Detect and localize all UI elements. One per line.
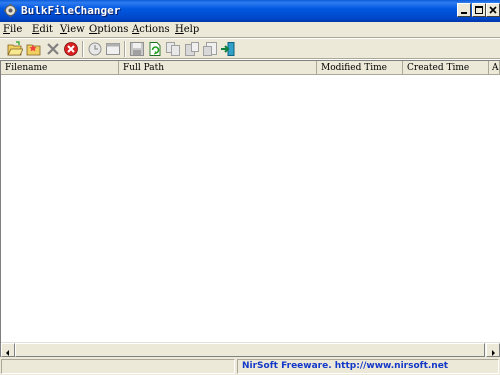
menu-edit[interactable]: Edit: [32, 24, 53, 35]
file-list[interactable]: Filename Full Path Modified Time Created…: [0, 60, 500, 357]
window-title: BulkFileChanger: [21, 4, 121, 17]
menu-file-label: ile: [9, 24, 23, 35]
add-folder-icon[interactable]: [26, 41, 42, 57]
copy-icon[interactable]: [165, 41, 181, 57]
menu-help-accel: H: [175, 24, 184, 35]
status-pane-right: NirSoft Freeware. http://www.nirsoft.net: [237, 359, 499, 374]
window-icon[interactable]: [105, 41, 121, 57]
clock-icon[interactable]: [87, 41, 103, 57]
minimize-icon: [461, 12, 467, 14]
menu-edit-label: dit: [39, 24, 53, 35]
menu-file[interactable]: File: [3, 24, 22, 35]
column-header-accessed[interactable]: A: [489, 61, 500, 75]
scrollbar-thumb[interactable]: [15, 343, 485, 357]
horizontal-scrollbar[interactable]: [1, 342, 500, 357]
menu-actions[interactable]: Actions: [132, 24, 170, 35]
status-pane-left: [1, 359, 235, 374]
menu-view[interactable]: View: [60, 24, 85, 35]
menu-help[interactable]: Help: [175, 24, 199, 35]
menu-actions-label: ctions: [139, 24, 170, 35]
properties-icon[interactable]: [202, 41, 218, 57]
scroll-left-button[interactable]: [1, 343, 15, 357]
exit-icon[interactable]: [220, 41, 236, 57]
close-icon: [489, 6, 497, 14]
menu-options-accel: O: [89, 24, 98, 35]
status-bar: NirSoft Freeware. http://www.nirsoft.net: [0, 358, 500, 375]
paste-icon[interactable]: [184, 41, 200, 57]
column-header-full-path[interactable]: Full Path: [119, 61, 317, 75]
list-header: Filename Full Path Modified Time Created…: [1, 61, 500, 75]
menu-options[interactable]: Options: [89, 24, 128, 35]
menu-help-label: elp: [183, 24, 200, 35]
maximize-icon: [475, 6, 483, 14]
menu-bar: File Edit View Options Actions Help: [0, 22, 500, 38]
app-gear-icon[interactable]: [3, 3, 18, 18]
refresh-file-icon[interactable]: [147, 41, 163, 57]
menu-view-accel: V: [60, 24, 68, 35]
toolbar-separator: [124, 41, 126, 57]
close-button[interactable]: [486, 3, 500, 17]
scroll-right-button[interactable]: [486, 343, 500, 357]
save-icon[interactable]: [129, 41, 145, 57]
delete-icon[interactable]: [45, 41, 61, 57]
maximize-button[interactable]: [472, 3, 486, 17]
column-header-filename[interactable]: Filename: [1, 61, 119, 75]
menu-file-accel: F: [3, 24, 10, 35]
toolbar-separator: [82, 41, 84, 57]
stop-icon[interactable]: [63, 41, 79, 57]
column-header-modified-time[interactable]: Modified Time: [317, 61, 403, 75]
open-folder-icon[interactable]: [7, 41, 23, 57]
nirsoft-link[interactable]: NirSoft Freeware. http://www.nirsoft.net: [242, 361, 448, 371]
column-header-created-time[interactable]: Created Time: [403, 61, 489, 75]
toolbar: [0, 39, 500, 59]
minimize-button[interactable]: [457, 3, 471, 17]
title-bar[interactable]: BulkFileChanger: [0, 0, 500, 22]
app-window: BulkFileChanger File Edit View Options A…: [0, 0, 500, 375]
menu-view-label: iew: [67, 24, 85, 35]
menu-options-label: ptions: [97, 24, 129, 35]
